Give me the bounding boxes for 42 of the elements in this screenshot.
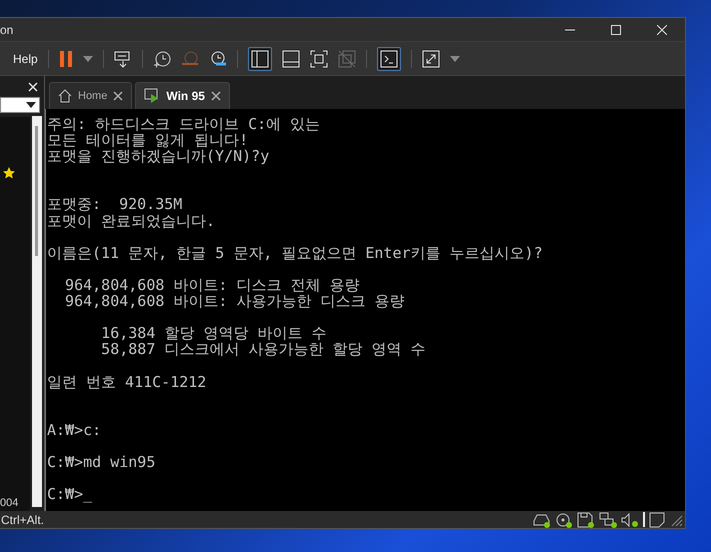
star-icon: [3, 167, 15, 179]
close-icon[interactable]: [210, 91, 221, 101]
pause-icon[interactable]: [58, 50, 73, 68]
console-line: 모든 테이터를 잃게 됩니다!: [47, 132, 249, 148]
caret-icon[interactable]: [450, 56, 460, 62]
dropdown-field[interactable]: [0, 97, 40, 113]
disc-icon[interactable]: [555, 512, 573, 528]
resize-grip-icon[interactable]: [669, 512, 683, 526]
console-line: A:₩>c:: [47, 422, 102, 438]
console-line: 58,887 디스크에서 사용가능한 할당 영역 수: [100, 341, 427, 358]
floppy-icon[interactable]: [577, 512, 595, 528]
vm-icon: [144, 88, 160, 104]
console-line: 주의: 하드디스크 드라이브 C:에 있는: [47, 116, 322, 132]
fullscreen-icon[interactable]: [310, 50, 328, 68]
layout-icon[interactable]: [248, 46, 272, 70]
window-title: on: [0, 22, 14, 36]
note-icon[interactable]: [649, 512, 665, 528]
terminal-icon[interactable]: [376, 46, 401, 70]
network-icon[interactable]: [599, 512, 617, 528]
list-item-text: 004: [0, 497, 18, 509]
console-line: 964,804,608 바이트: 사용가능한 디스크 용량: [64, 293, 406, 310]
console-line: 일련 번호 411C-1212: [47, 374, 208, 390]
close-icon[interactable]: [113, 91, 124, 101]
console-line: 포맷을 진행하겠습니까(Y/N)?y: [47, 148, 270, 164]
console-line: 16,384 할당 영역당 바이트 수: [100, 325, 328, 342]
tab[interactable]: Win 95: [135, 82, 230, 109]
speaker-icon[interactable]: [621, 512, 639, 528]
caret-icon: [26, 102, 36, 108]
home-icon: [58, 89, 72, 103]
scrollbar[interactable]: [32, 116, 42, 507]
console-line: 포맷중: 920.35M: [47, 196, 184, 213]
console-line: C:₩>_: [47, 486, 94, 502]
menu-item[interactable]: Help: [13, 52, 38, 66]
status-text: Ctrl+Alt.: [0, 512, 44, 526]
console-line: 포맷이 완료되었습니다.: [47, 212, 216, 229]
caret-icon[interactable]: [82, 56, 93, 62]
tab[interactable]: Home: [49, 82, 132, 109]
console-line: 964,804,608 바이트: 디스크 전체 용량: [64, 276, 361, 294]
maximize-icon[interactable]: [611, 24, 621, 34]
resize-icon[interactable]: [422, 50, 440, 68]
console-line: C:₩>md win95: [47, 454, 156, 470]
console-line: 이름은(11 문자, 한글 5 문자, 필요없으면 Enter키를 누르십시오)?: [47, 244, 544, 261]
